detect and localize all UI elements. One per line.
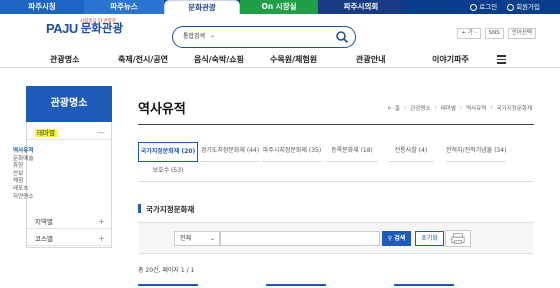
- tab-protected-trees[interactable]: 보호수 (53): [138, 162, 198, 182]
- keyword-input[interactable]: [220, 231, 380, 246]
- sidebar-title: 관광명소: [26, 86, 112, 122]
- breadcrumb-home[interactable]: 홈: [395, 104, 400, 112]
- breadcrumb-theme[interactable]: 테마별: [441, 104, 456, 112]
- breadcrumb-attractions[interactable]: 관광명소: [410, 104, 430, 112]
- result-count: 총 20건, 페이지 1 / 1: [138, 267, 195, 274]
- main-nav: 관광명소 축제/전시/공연 음식/숙박/쇼핑 수목원/체험원 관광안내 이야기파…: [0, 52, 560, 68]
- site-tab-council[interactable]: 파주시의회: [318, 0, 404, 14]
- site-tab-news[interactable]: 파주뉴스: [84, 0, 164, 14]
- tab-divider: [138, 181, 534, 182]
- breadcrumb-separator: ›: [434, 105, 437, 111]
- tab-paju-heritage[interactable]: 파주시지정문화재 (35): [262, 142, 322, 162]
- section-marker: [138, 204, 141, 213]
- search-box: 통합검색 ⌄: [172, 26, 356, 48]
- nav-tour-info[interactable]: 관광안내: [356, 54, 385, 65]
- chevron-down-icon: ⌄: [209, 235, 215, 242]
- breadcrumb: ⌂ 홈 › 관광명소 › 테마별 › 역사유적 › 국가지정문화재: [388, 104, 532, 112]
- breadcrumb-separator: ›: [459, 105, 463, 111]
- filter-box: 전체 ⌄ ⚲ 검색 초기화: [138, 222, 534, 254]
- breadcrumb-separator: ›: [404, 105, 407, 111]
- breadcrumb-separator: ›: [490, 105, 493, 111]
- tab-registered-heritage[interactable]: 등록문화재 (18): [326, 142, 378, 162]
- print-button[interactable]: [445, 230, 471, 247]
- tab-temples[interactable]: 전통사찰 (4): [388, 142, 434, 162]
- join-link[interactable]: 회원가입: [507, 1, 540, 13]
- sidebar-group-theme-label: 테마별: [35, 129, 57, 137]
- expand-icon: +: [98, 234, 105, 243]
- breadcrumb-history[interactable]: 역사유적: [466, 104, 486, 112]
- site-tabs: 파주시청 파주뉴스 문화관광 On 시장실 파주시의회: [0, 0, 404, 14]
- sidebar-item-history[interactable]: 역사유적: [13, 148, 34, 156]
- join-label: 회원가입: [516, 3, 540, 11]
- nav-arboretum[interactable]: 수목원/체험원: [270, 54, 317, 65]
- site-tab-city-hall[interactable]: 파주시청: [0, 0, 84, 14]
- chevron-down-icon: ⌄: [210, 32, 216, 39]
- search-scope-select[interactable]: 통합검색 ⌄: [183, 31, 215, 40]
- sidebar-item-rest[interactable]: 휴양: [13, 163, 34, 171]
- search-button[interactable]: ⚲ 검색: [382, 231, 411, 246]
- sidebar-group-region[interactable]: 지역별 +: [27, 215, 111, 229]
- nav-festivals[interactable]: 축제/전시/공연: [118, 54, 168, 65]
- sidebar-group-course-label: 코스별: [35, 235, 53, 243]
- search-button-label: 검색: [394, 235, 406, 242]
- sidebar-item-leisure[interactable]: 레포츠: [13, 186, 34, 194]
- header-tools: + 가 - SNS 언어선택: [457, 28, 536, 39]
- section-title: 국가지정문화재: [146, 205, 195, 214]
- nav-food-lodging[interactable]: 음식/숙박/쇼핑: [194, 54, 244, 65]
- home-icon[interactable]: ⌂: [388, 105, 392, 111]
- sidebar-group-course[interactable]: 코스별 +: [27, 232, 111, 246]
- logo[interactable]: 사람중심 더 큰파주 PAJU 문화관광: [46, 19, 123, 36]
- title-divider: [138, 124, 534, 125]
- login-label: 로그인: [479, 3, 498, 11]
- search-icon[interactable]: [335, 30, 349, 44]
- login-link[interactable]: 로그인: [470, 1, 497, 13]
- search-icon: ⚲: [387, 235, 393, 242]
- site-tab-mayor-office[interactable]: On 시장실: [240, 0, 318, 14]
- collapse-icon: —: [97, 128, 105, 137]
- language-select[interactable]: 언어선택: [507, 28, 536, 39]
- print-icon: [451, 233, 465, 244]
- expand-icon: +: [98, 217, 105, 226]
- tab-battlefields[interactable]: 전적지/전적기념물 (34): [446, 142, 506, 162]
- site-tab-culture-tour[interactable]: 문화관광: [164, 0, 240, 14]
- sns-button[interactable]: SNS: [484, 28, 504, 39]
- site-header: 사람중심 더 큰파주 PAJU 문화관광 통합검색 ⌄ + 가 - SNS 언어…: [0, 14, 560, 52]
- reset-button[interactable]: 초기화: [415, 231, 444, 246]
- logo-paju: PAJU: [46, 21, 78, 36]
- page-title: 역사유적: [138, 102, 186, 117]
- result-list-edge: [138, 284, 534, 288]
- sidebar-item-experience[interactable]: 체험: [13, 178, 34, 186]
- sidebar-group-region-label: 지역별: [35, 218, 53, 226]
- search-scope-label: 통합검색: [183, 33, 206, 40]
- filter-select[interactable]: 전체 ⌄: [174, 231, 220, 246]
- logo-slogan: 사람중심 더 큰파주: [80, 19, 116, 24]
- breadcrumb-current: 국가지정문화재: [496, 106, 532, 112]
- lock-icon: [470, 3, 478, 11]
- sidebar-group-theme[interactable]: 테마별 —: [27, 126, 111, 140]
- sidebar-panel: 테마별 — 지역별 + 코스별 +: [26, 122, 112, 248]
- sidebar-theme-list: 역사유적 문화예술 휴양 안보 체험 레포츠 자연명소: [13, 148, 34, 201]
- font-size-control[interactable]: + 가 -: [457, 28, 481, 39]
- nav-attractions[interactable]: 관광명소: [50, 54, 79, 65]
- user-icon: [507, 3, 515, 11]
- menu-icon[interactable]: [497, 55, 506, 64]
- tab-national-heritage[interactable]: 국가지정문화재 (20): [138, 142, 198, 162]
- utility-links: 로그인 회원가입: [470, 1, 540, 13]
- sidebar-item-nature[interactable]: 자연명소: [13, 194, 34, 202]
- filter-select-value: 전체: [180, 235, 192, 242]
- nav-story[interactable]: 이야기파주: [432, 54, 469, 65]
- tab-gyeonggi-heritage[interactable]: 경기도지정문화재 (44): [200, 142, 260, 162]
